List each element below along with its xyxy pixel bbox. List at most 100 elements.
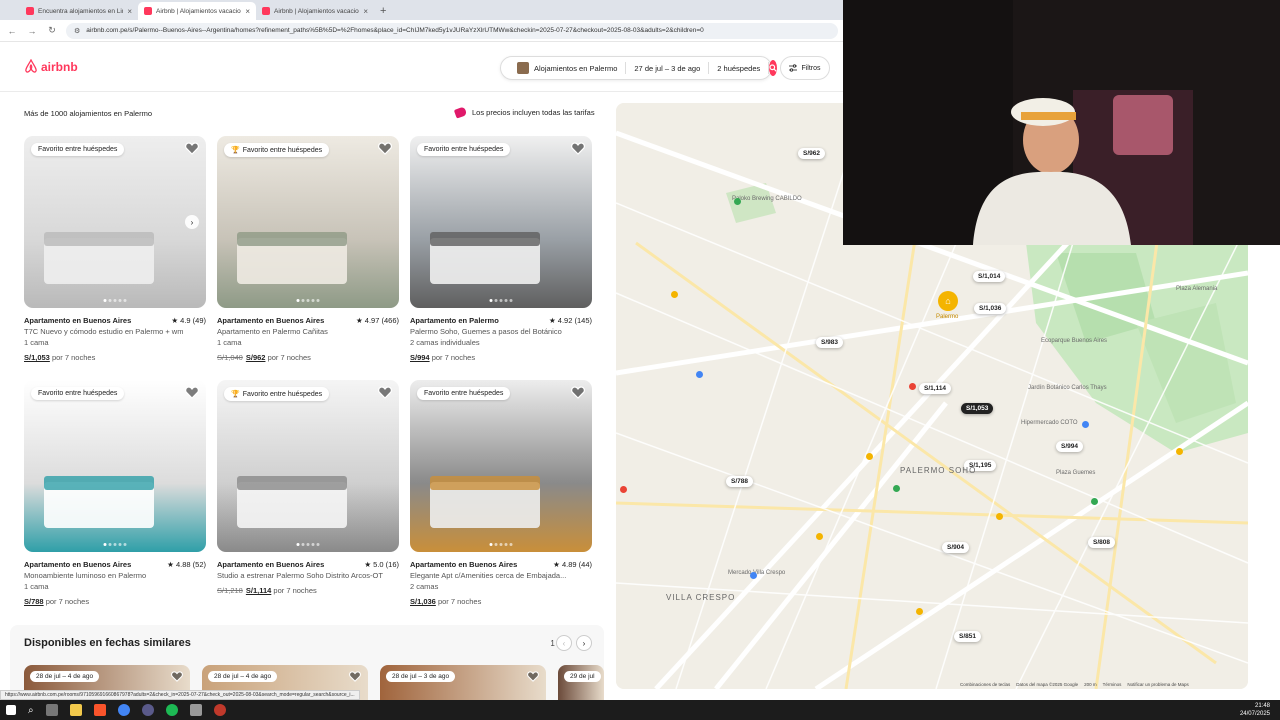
listing-card[interactable]: Favorito entre huéspedes › Apartamento en … [24, 136, 206, 362]
map-attrib-report[interactable]: Notificar un problema de Maps [1127, 682, 1188, 687]
map-attrib-keys[interactable]: Combinaciones de teclas [960, 682, 1010, 687]
spotify-icon[interactable] [165, 704, 178, 716]
listing-price[interactable]: S/788 [24, 597, 44, 606]
filters-button[interactable]: Filtros [780, 56, 830, 80]
app-icon[interactable] [141, 704, 154, 716]
calculator-icon[interactable] [189, 704, 202, 716]
photo-dot [113, 543, 117, 546]
map-price-pin[interactable]: S/904 [942, 542, 969, 553]
chrome-icon[interactable] [117, 704, 130, 716]
similar-prev-button[interactable]: ‹ [556, 635, 572, 651]
map-attrib-terms[interactable]: Términos [1103, 682, 1122, 687]
listing-rating: ★ 4.97 (466) [356, 316, 399, 325]
heart-icon[interactable] [571, 142, 585, 155]
heart-icon[interactable] [378, 386, 392, 399]
similar-card[interactable]: 28 de jul – 3 de ago [380, 665, 546, 705]
listing-title: Apartamento en Buenos Aires [24, 316, 132, 325]
photo-dot [311, 299, 315, 302]
reload-icon[interactable]: ↻ [46, 25, 58, 36]
guest-favorite-badge: Favorito entre huéspedes [417, 143, 511, 156]
listing-price[interactable]: S/1,036 [410, 597, 436, 606]
heart-icon[interactable] [185, 386, 199, 399]
map-price-pin[interactable]: S/1,036 [974, 303, 1007, 314]
search-dates[interactable]: 27 de jul – 3 de ago [626, 62, 710, 74]
close-tab-icon[interactable]: × [363, 7, 368, 16]
search-button[interactable] [769, 60, 778, 76]
new-tab-button[interactable]: + [380, 2, 386, 20]
listing-photo[interactable]: Favorito entre huéspedes [410, 380, 592, 552]
listing-price-row: S/1,036 por 7 noches [410, 597, 592, 606]
heart-icon[interactable] [349, 671, 361, 682]
food-poi-icon-4 [816, 533, 823, 540]
webcam-video [843, 0, 1280, 245]
browser-tab-1[interactable]: Airbnb | Alojamientos vacacion... × [138, 2, 256, 20]
brave-icon[interactable] [93, 704, 106, 716]
listing-photo[interactable]: 🏆 Favorito entre huéspedes [217, 136, 399, 308]
next-photo-button[interactable]: › [185, 215, 199, 229]
heart-icon[interactable] [571, 386, 585, 399]
search-taskbar-icon[interactable]: ⌕ [28, 705, 34, 716]
listing-card[interactable]: Favorito entre huéspedes Apartamento en B… [24, 380, 206, 606]
close-tab-icon[interactable]: × [127, 7, 132, 16]
prices-note: Los precios incluyen todas las tarifas [453, 106, 595, 119]
listing-beds: 2 camas individuales [410, 338, 480, 347]
listing-photo[interactable]: 🏆 Favorito entre huéspedes [217, 380, 399, 552]
close-tab-icon[interactable]: × [245, 7, 250, 16]
map-price-pin[interactable]: S/1,114 [919, 383, 952, 394]
heart-icon[interactable] [527, 671, 539, 682]
map-price-pin[interactable]: S/788 [726, 476, 753, 487]
palermo-station-icon[interactable]: ⌂ [938, 291, 958, 311]
listing-price-period: por 7 noches [437, 597, 482, 606]
heart-icon[interactable] [185, 142, 199, 155]
listing-price[interactable]: S/1,053 [24, 353, 50, 362]
similar-next-button[interactable]: › [576, 635, 592, 651]
listing-old-price: S/1,218 [217, 586, 243, 595]
map-price-pin[interactable]: S/808 [1088, 537, 1115, 548]
forward-icon[interactable]: → [26, 26, 38, 36]
back-icon[interactable]: ← [6, 26, 18, 36]
map-price-pin[interactable]: S/962 [798, 148, 825, 159]
listing-card[interactable]: 🏆 Favorito entre huéspedes Apartamento en … [217, 136, 399, 362]
heart-icon[interactable] [171, 671, 183, 682]
browser-tab-bar: Encuentra alojamientos en Lim... × Airbnb … [0, 0, 844, 20]
photo-dot [113, 299, 117, 302]
listing-price[interactable]: S/994 [410, 353, 430, 362]
similar-card[interactable]: 29 de jul [558, 665, 604, 705]
airbnb-logo[interactable]: airbnb [24, 59, 78, 74]
search-guests[interactable]: 2 huéspedes [709, 62, 770, 74]
windows-start-icon[interactable] [6, 705, 16, 715]
map-price-pin[interactable]: S/1,014 [973, 271, 1006, 282]
obs-icon[interactable] [213, 704, 226, 716]
map-price-pin[interactable]: S/851 [954, 631, 981, 642]
listing-price-row: S/1,053 por 7 noches [24, 353, 206, 362]
site-info-icon[interactable]: ⚙ [74, 27, 80, 35]
similar-card-dates: 28 de jul – 4 de ago [30, 671, 100, 682]
park-poi-icon-3 [893, 485, 900, 492]
listing-price[interactable]: S/962 [246, 353, 266, 362]
browser-tab-0[interactable]: Encuentra alojamientos en Lim... × [20, 2, 138, 20]
search-location[interactable]: Alojamientos en Palermo [509, 62, 627, 74]
system-clock[interactable]: 21:48 24/07/2025 [1240, 702, 1270, 718]
listing-photo[interactable]: Favorito entre huéspedes › [24, 136, 206, 308]
map-price-pin[interactable]: S/994 [1056, 441, 1083, 452]
listing-card[interactable]: Favorito entre huéspedes Apartamento en B… [410, 380, 592, 606]
map-label-hipermercado: Hipermercado COTO [1021, 420, 1078, 426]
listing-rating: ★ 4.88 (52) [167, 560, 206, 569]
listing-card[interactable]: Favorito entre huéspedes Apartamento en P… [410, 136, 592, 362]
task-view-icon[interactable] [45, 704, 58, 716]
listing-card[interactable]: 🏆 Favorito entre huéspedes Apartamento en … [217, 380, 399, 595]
heart-icon[interactable] [378, 142, 392, 155]
file-explorer-icon[interactable] [69, 704, 82, 716]
map-price-pin[interactable]: S/983 [816, 337, 843, 348]
listing-photo[interactable]: Favorito entre huéspedes [410, 136, 592, 308]
listing-price[interactable]: S/1,114 [246, 586, 271, 595]
search-bar[interactable]: Alojamientos en Palermo 27 de jul – 3 de… [500, 56, 778, 80]
listing-rating: ★ 4.9 (49) [171, 316, 206, 325]
map-price-pin[interactable]: S/1,053 [961, 403, 994, 414]
browser-tab-2[interactable]: Airbnb | Alojamientos vacacion... × [256, 2, 374, 20]
photo-dot [118, 299, 122, 302]
home-icon [517, 62, 529, 74]
listing-photo[interactable]: Favorito entre huéspedes [24, 380, 206, 552]
logo-text: airbnb [41, 59, 78, 74]
url-field[interactable]: ⚙ airbnb.com.pe/s/Palermo--Buenos-Aires-… [66, 22, 838, 39]
